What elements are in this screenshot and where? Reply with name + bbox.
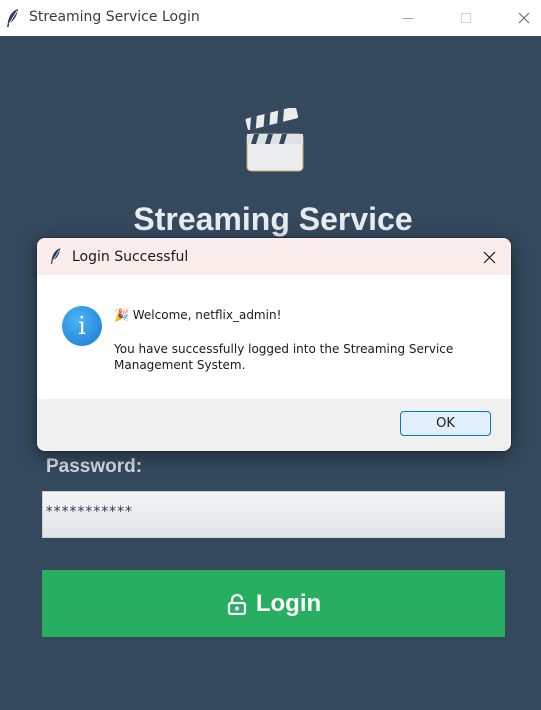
login-success-dialog: Login Successful i 🎉 Welcome, netflix_ad… bbox=[37, 238, 511, 451]
feather-icon bbox=[7, 9, 18, 27]
dialog-titlebar: Login Successful bbox=[37, 238, 511, 275]
success-message: You have successfully logged into the St… bbox=[114, 342, 454, 372]
password-field[interactable]: *********** bbox=[42, 491, 505, 538]
ok-button[interactable]: OK bbox=[400, 411, 491, 436]
app-heading: Streaming Service bbox=[133, 201, 413, 237]
close-button[interactable] bbox=[501, 0, 541, 36]
window-titlebar: Streaming Service Login bbox=[0, 0, 541, 36]
dialog-title: Login Successful bbox=[72, 249, 189, 265]
dialog-footer: OK bbox=[37, 399, 511, 451]
info-icon: i bbox=[62, 306, 102, 346]
welcome-message: 🎉 Welcome, netflix_admin! bbox=[114, 308, 282, 322]
close-icon bbox=[483, 251, 495, 263]
dialog-body bbox=[37, 275, 511, 399]
minimize-icon bbox=[403, 18, 413, 19]
window-title: Streaming Service Login bbox=[29, 9, 200, 25]
close-icon bbox=[518, 12, 530, 24]
feather-icon bbox=[50, 248, 61, 264]
login-button-label: Login bbox=[255, 589, 322, 617]
dialog-close-button[interactable] bbox=[471, 242, 507, 272]
password-label: Password: bbox=[46, 456, 143, 477]
clapperboard-icon bbox=[245, 108, 304, 172]
minimize-button[interactable] bbox=[385, 0, 431, 36]
maximize-button[interactable] bbox=[443, 0, 489, 36]
lock-icon bbox=[227, 593, 246, 615]
login-button[interactable]: Login bbox=[42, 570, 505, 637]
maximize-icon bbox=[461, 13, 471, 23]
